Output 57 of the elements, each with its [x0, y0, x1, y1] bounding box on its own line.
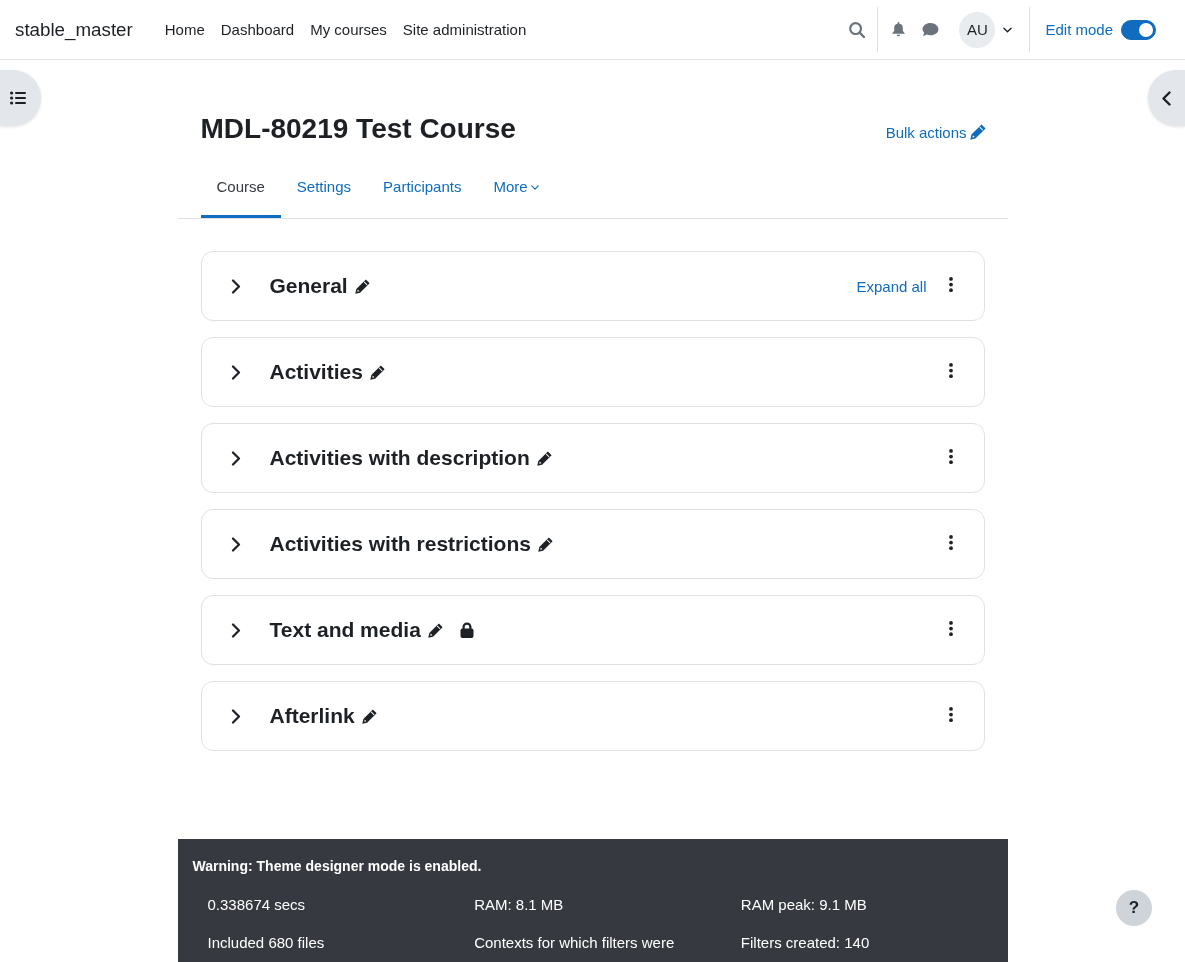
stat-text: RAM peak: 9.1 MB	[740, 896, 868, 914]
section-title[interactable]: General	[269, 273, 348, 299]
edit-mode-switch[interactable]	[1121, 19, 1156, 40]
tab[interactable]: More	[477, 157, 555, 218]
section-title[interactable]: Activities with restrictions	[269, 531, 531, 557]
section-title[interactable]: Afterlink	[269, 703, 355, 729]
bulk-actions-link[interactable]: Bulk actions	[885, 123, 986, 141]
pencil-icon[interactable]	[536, 450, 552, 466]
course-index-button[interactable]	[0, 70, 41, 126]
kebab-menu-icon[interactable]	[948, 707, 953, 722]
chevron-icon[interactable]	[230, 364, 241, 380]
stat-text: 0.338674 secs	[207, 896, 307, 914]
nav-link[interactable]: Home	[156, 0, 213, 59]
speech-bubble-icon[interactable]	[922, 22, 940, 37]
nav-link[interactable]: Site administration	[394, 0, 535, 59]
kebab-menu-icon[interactable]	[948, 277, 953, 292]
user-avatar[interactable]: AU	[959, 11, 996, 48]
chevron-icon[interactable]	[230, 708, 241, 724]
chevron-icon[interactable]	[230, 278, 241, 294]
help-button[interactable]: ?	[1116, 890, 1152, 926]
course-title: MDL-80219 Test Course	[200, 112, 516, 146]
list-icon	[10, 91, 26, 105]
caret-down-icon[interactable]	[1003, 26, 1013, 33]
section-title[interactable]: Activities with description	[269, 445, 530, 471]
kebab-menu-icon[interactable]	[948, 621, 953, 636]
kebab-menu-icon[interactable]	[948, 363, 953, 378]
nav-link[interactable]: My courses	[302, 0, 395, 59]
nav-link[interactable]: Dashboard	[212, 0, 303, 59]
section-title[interactable]: Activities	[269, 359, 363, 385]
stat-text: Included 680 files	[207, 934, 326, 952]
edit-mode-label: Edit mode	[1045, 21, 1113, 38]
pencil-icon[interactable]	[369, 364, 385, 380]
pencil-icon	[969, 124, 986, 140]
kebab-menu-icon[interactable]	[948, 535, 953, 550]
search-icon[interactable]	[849, 21, 866, 38]
pencil-icon[interactable]	[427, 622, 443, 638]
pencil-icon[interactable]	[537, 536, 553, 552]
stat-text: Filters created: 140	[740, 934, 871, 952]
pencil-icon[interactable]	[361, 708, 377, 724]
warning-text: Warning: Theme designer mode is enabled.	[192, 857, 483, 875]
kebab-menu-icon[interactable]	[948, 449, 953, 464]
stat-text: Contexts for which filters were	[474, 934, 676, 952]
site-name[interactable]: stable_master	[15, 18, 133, 41]
chevron-icon[interactable]	[230, 622, 241, 638]
chevron-left-icon	[1162, 90, 1171, 106]
tab[interactable]: Settings	[280, 157, 368, 218]
expand-all-link[interactable]: Expand all	[856, 277, 927, 295]
caret-down-icon	[530, 184, 539, 190]
tab[interactable]: Participants	[367, 157, 478, 218]
drawer-toggle-button[interactable]	[1148, 70, 1185, 126]
stat-text: RAM: 8.1 MB	[474, 896, 565, 914]
tab[interactable]: Course	[200, 157, 281, 218]
chevron-icon[interactable]	[230, 536, 241, 552]
section-title[interactable]: Text and media	[269, 617, 421, 643]
chevron-icon[interactable]	[230, 450, 241, 466]
pencil-icon[interactable]	[354, 278, 370, 294]
bell-icon[interactable]	[892, 22, 906, 37]
